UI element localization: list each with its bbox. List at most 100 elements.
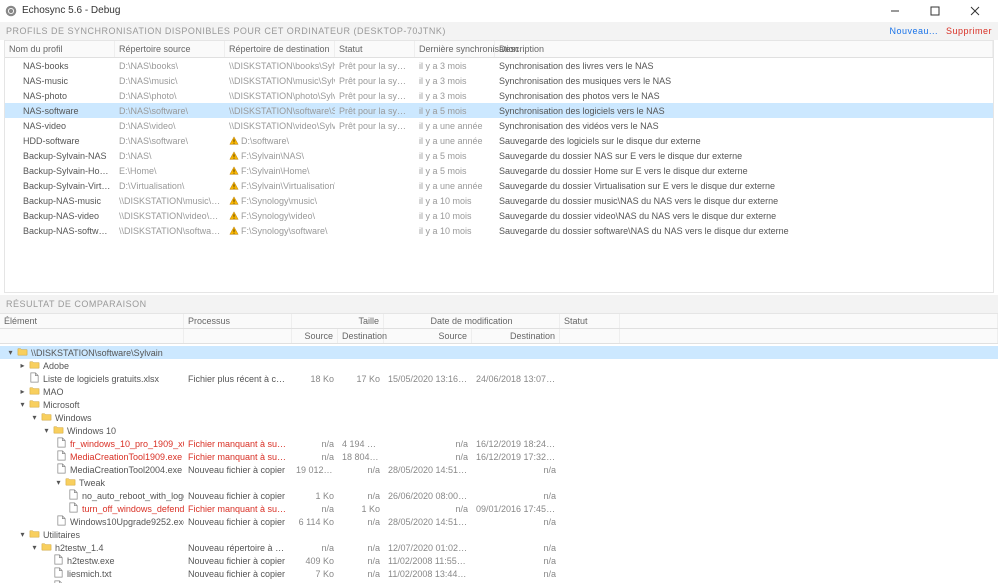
profile-row[interactable]: NAS-booksD:\NAS\books\\\DISKSTATION\book… (5, 58, 993, 73)
profile-row[interactable]: Backup-NAS-software\\DISKSTATION\softwar… (5, 223, 993, 238)
close-button[interactable] (962, 2, 988, 20)
tree-twisty[interactable]: ▾ (30, 413, 39, 422)
tree-item-src-date: 26/06/2020 08:00:56 (384, 491, 472, 501)
col-size[interactable]: Taille (292, 314, 384, 328)
profile-row[interactable]: NAS-videoD:\NAS\video\\\DISKSTATION\vide… (5, 118, 993, 133)
profile-src: D:\NAS\software\ (115, 106, 225, 116)
profile-row[interactable]: HDD-softwareD:\NAS\software\D:\software\… (5, 133, 993, 148)
col-date-dst[interactable]: Destination (472, 329, 560, 343)
tree-item-process: Fichier plus récent à copier (184, 374, 292, 384)
tree-item-dst-size: n/a (338, 517, 384, 527)
col-statut[interactable]: Statut (560, 314, 620, 328)
tree-item-name: fr_windows_10_pro_1909_x64_dvd.iso (0, 437, 184, 450)
tree-item-process: Nouveau répertoire à créer (184, 543, 292, 553)
profile-last: il y a une année (415, 181, 495, 191)
tree-folder-row[interactable]: ▾Tweak (0, 476, 998, 489)
tree-item-src-size: 19 012 Ko (292, 465, 338, 475)
tree-twisty[interactable]: ▸ (18, 361, 27, 370)
tree-item-name: Liste de logiciels gratuits.xlsx (0, 372, 184, 385)
profile-row[interactable]: Backup-Sylvain-HomeE:\Home\F:\Sylvain\Ho… (5, 163, 993, 178)
tree-file-row[interactable]: h2testw.exeNouveau fichier à copier409 K… (0, 554, 998, 567)
tree-file-row[interactable]: MediaCreationTool1909.exeFichier manquan… (0, 450, 998, 463)
tree-folder-row[interactable]: ▾Microsoft (0, 398, 998, 411)
tree-item-name: h2testw.exe (0, 554, 184, 567)
profile-row[interactable]: Backup-Sylvain-NASD:\NAS\F:\Sylvain\NAS\… (5, 148, 993, 163)
folder-icon (41, 411, 55, 424)
tree-item-dst-size: 18 804 Ko (338, 452, 384, 462)
profile-src: D:\NAS\software\ (115, 136, 225, 146)
profile-status: Prêt pour la synchronisation (335, 91, 415, 101)
tree-item-src-date: n/a (384, 504, 472, 514)
tree-twisty[interactable]: ▾ (18, 530, 27, 539)
tree-file-row[interactable]: no_auto_reboot_with_logged_o...Nouveau f… (0, 489, 998, 502)
col-status[interactable]: Statut (335, 41, 415, 57)
tree-item-dst-date: n/a (472, 517, 560, 527)
tree-item-src-size: 409 Ko (292, 556, 338, 566)
tree-twisty[interactable]: ▾ (42, 426, 51, 435)
col-date-src[interactable]: Source (384, 329, 472, 343)
results-tree[interactable]: ▾\\DISKSTATION\software\Sylvain▸AdobeLis… (0, 344, 998, 583)
tree-file-row[interactable]: fr_windows_10_pro_1909_x64_dvd.isoFichie… (0, 437, 998, 450)
profile-desc: Sauvegarde des logiciels sur le disque d… (495, 136, 993, 146)
profile-status: Prêt pour la synchronisation (335, 121, 415, 131)
delete-profile-link[interactable]: Supprimer (946, 26, 992, 36)
col-element[interactable]: Élément (0, 314, 184, 328)
profile-row[interactable]: NAS-photoD:\NAS\photo\\\DISKSTATION\phot… (5, 88, 993, 103)
minimize-button[interactable] (882, 2, 908, 20)
tree-twisty[interactable]: ▾ (30, 543, 39, 552)
tree-item-process: Fichier manquant à supprimer (184, 452, 292, 462)
col-src[interactable]: Répertoire source (115, 41, 225, 57)
tree-folder-row[interactable]: ▸Adobe (0, 359, 998, 372)
profile-row[interactable]: Backup-Sylvain-VirtualisationD:\Virtuali… (5, 178, 993, 193)
tree-item-process: Nouveau fichier à copier (184, 491, 292, 501)
tree-folder-row[interactable]: ▾h2testw_1.4Nouveau répertoire à créern/… (0, 541, 998, 554)
col-size-dst[interactable]: Destination (338, 329, 384, 343)
profile-row[interactable]: NAS-softwareD:\NAS\software\\\DISKSTATIO… (5, 103, 993, 118)
profile-row[interactable]: Backup-NAS-music\\DISKSTATION\music\NAS\… (5, 193, 993, 208)
tree-folder-row[interactable]: ▾Windows (0, 411, 998, 424)
tree-twisty[interactable]: ▾ (54, 478, 63, 487)
tree-folder-row[interactable]: ▾Windows 10 (0, 424, 998, 437)
tree-item-dst-size: 17 Ko (338, 374, 384, 384)
tree-file-row[interactable]: Liste de logiciels gratuits.xlsxFichier … (0, 372, 998, 385)
tree-item-dst-size: n/a (338, 465, 384, 475)
tree-twisty[interactable]: ▾ (6, 348, 15, 357)
profile-desc: Synchronisation des vidéos vers le NAS (495, 121, 993, 131)
profile-row[interactable]: NAS-musicD:\NAS\music\\\DISKSTATION\musi… (5, 73, 993, 88)
tree-folder-row[interactable]: ▾\\DISKSTATION\software\Sylvain (0, 346, 998, 359)
tree-item-process: Nouveau fichier à copier (184, 569, 292, 579)
folder-icon (53, 424, 67, 437)
tree-twisty[interactable]: ▾ (18, 400, 27, 409)
folder-icon (29, 398, 43, 411)
col-process[interactable]: Processus (184, 314, 292, 328)
tree-folder-row[interactable]: ▸MAO (0, 385, 998, 398)
profile-dst: F:\Synology\music\ (225, 196, 335, 206)
profile-desc: Sauvegarde du dossier Virtualisation sur… (495, 181, 993, 191)
tree-item-process: Fichier manquant à supprimer (184, 439, 292, 449)
tree-file-row[interactable]: turn_off_windows_defender.regFichier man… (0, 502, 998, 515)
profiles-header-row: Nom du profil Répertoire source Répertoi… (5, 41, 993, 58)
tree-file-row[interactable]: liesmich.txtNouveau fichier à copier7 Ko… (0, 567, 998, 580)
tree-file-row[interactable]: MediaCreationTool2004.exeNouveau fichier… (0, 463, 998, 476)
titlebar: Echosync 5.6 - Debug (0, 0, 998, 22)
profile-src: E:\Home\ (115, 166, 225, 176)
col-date[interactable]: Date de modification (384, 314, 560, 328)
col-dst[interactable]: Répertoire de destination (225, 41, 335, 57)
profiles-section-header: PROFILS DE SYNCHRONISATION DISPONIBLES P… (0, 22, 998, 40)
profile-row[interactable]: Backup-NAS-video\\DISKSTATION\video\NAS\… (5, 208, 993, 223)
tree-item-process: Fichier manquant à supprimer (184, 504, 292, 514)
tree-item-src-size: n/a (292, 504, 338, 514)
tree-item-src-date: 11/02/2008 13:44:01 (384, 569, 472, 579)
tree-twisty[interactable]: ▸ (18, 387, 27, 396)
profile-desc: Sauvegarde du dossier Home sur E vers le… (495, 166, 993, 176)
col-size-src[interactable]: Source (292, 329, 338, 343)
col-last[interactable]: Dernière synchronisation (415, 41, 495, 57)
maximize-button[interactable] (922, 2, 948, 20)
tree-folder-row[interactable]: ▾Utilitaires (0, 528, 998, 541)
profiles-title: PROFILS DE SYNCHRONISATION DISPONIBLES P… (6, 26, 446, 36)
tree-file-row[interactable]: Windows10Upgrade9252.exeNouveau fichier … (0, 515, 998, 528)
new-profile-link[interactable]: Nouveau... (889, 26, 938, 36)
col-name[interactable]: Nom du profil (5, 41, 115, 57)
folder-icon (29, 359, 43, 372)
col-desc[interactable]: Description (495, 41, 993, 57)
